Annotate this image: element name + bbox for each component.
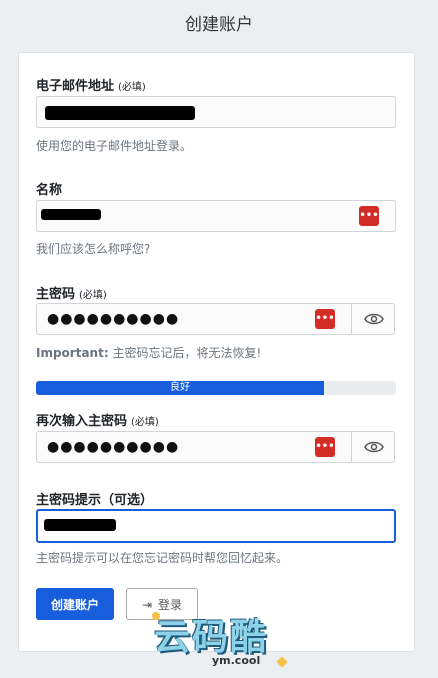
email-required: (必填): [118, 82, 146, 93]
toggle-password-visibility-button[interactable]: [351, 303, 395, 335]
email-label-text: 电子邮件地址: [36, 79, 115, 94]
redacted-email: [45, 106, 195, 120]
confirm-password-value: ●●●●●●●●●●: [47, 439, 180, 455]
master-password-warning: 主密码忘记后，将无法恢复!: [108, 346, 262, 360]
lastpass-icon[interactable]: •••: [359, 206, 379, 226]
name-hint: 我们应该怎么称呼您?: [36, 242, 151, 256]
email-field[interactable]: [36, 96, 396, 128]
master-password-hint: Important: 主密码忘记后，将无法恢复!: [36, 344, 261, 361]
master-password-label-text: 主密码: [36, 287, 76, 302]
master-password-required: (必填): [79, 290, 107, 301]
master-password-value: ●●●●●●●●●●: [47, 311, 180, 327]
confirm-password-label: 再次输入主密码 (必填): [36, 410, 159, 429]
watermark-logo: 云码酷 ym.cool: [150, 606, 290, 672]
master-password-label: 主密码 (必填): [36, 283, 107, 302]
master-password-field[interactable]: ●●●●●●●●●● •••: [36, 303, 352, 335]
lastpass-icon[interactable]: •••: [315, 309, 335, 329]
name-field[interactable]: •••: [36, 200, 396, 232]
page-title: 创建账户: [185, 15, 253, 35]
eye-icon: [364, 313, 384, 325]
important-label: Important:: [36, 346, 109, 360]
redacted-name: [41, 209, 101, 220]
password-hint-field[interactable]: [36, 509, 396, 543]
redacted-hint: [44, 519, 116, 531]
email-hint: 使用您的电子邮件地址登录。: [36, 139, 193, 153]
name-label: 名称: [36, 183, 63, 198]
eye-icon: [364, 441, 384, 453]
password-strength-fill: 良好: [36, 381, 324, 395]
lastpass-icon[interactable]: •••: [315, 437, 335, 457]
email-label: 电子邮件地址 (必填): [36, 75, 146, 94]
password-strength-bar: 良好: [36, 381, 396, 395]
toggle-confirm-visibility-button[interactable]: [351, 431, 395, 463]
confirm-password-required: (必填): [131, 417, 159, 428]
confirm-password-field[interactable]: ●●●●●●●●●● •••: [36, 431, 352, 463]
password-hint-label: 主密码提示（可选）: [36, 493, 154, 508]
watermark-domain: ym.cool: [212, 654, 261, 667]
confirm-password-label-text: 再次输入主密码: [36, 414, 128, 429]
create-account-button[interactable]: 创建账户: [36, 588, 114, 620]
register-form-card: 电子邮件地址 (必填) 使用您的电子邮件地址登录。 名称 ••• 我们应该怎么称呼…: [18, 52, 415, 652]
watermark-text: 云码酷: [154, 617, 269, 658]
password-hint-hint: 主密码提示可以在您忘记密码时帮您回忆起来。: [36, 551, 289, 565]
logo-diamond: [276, 656, 288, 668]
